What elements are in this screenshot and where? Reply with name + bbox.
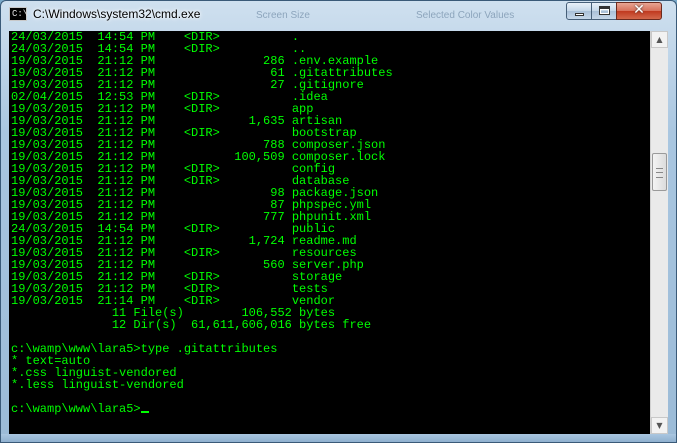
window-frame-bottom (1, 434, 676, 442)
grip-icon (656, 168, 663, 178)
title-bar[interactable]: C:\ C:\Windows\system32\cmd.exe Screen S… (1, 1, 676, 29)
console-line: c:\wamp\www\lara5> (11, 403, 650, 415)
cmd-icon[interactable]: C:\ (9, 7, 29, 21)
console-line: 12 Dir(s) 61,611,606,016 bytes free (11, 318, 372, 332)
text-cursor (140, 411, 149, 413)
cmd-window: C:\ C:\Windows\system32\cmd.exe Screen S… (0, 0, 677, 443)
chevron-up-icon: ▲ (656, 35, 663, 44)
scrollbar-thumb[interactable] (652, 153, 667, 191)
minimize-icon (575, 13, 584, 16)
close-icon: ✕ (633, 2, 645, 18)
background-text: Screen Size (256, 10, 310, 21)
console-line: *.less linguist-vendored (11, 378, 184, 392)
window-title: C:\Windows\system32\cmd.exe (33, 7, 201, 21)
chevron-down-icon: ▼ (656, 421, 663, 430)
console-output[interactable]: 24/03/2015 14:54 PM <DIR> . 24/03/2015 14… (9, 31, 650, 434)
cmd-icon-label: C:\ (12, 9, 29, 19)
vertical-scrollbar[interactable]: ▲ ▼ (650, 31, 668, 434)
scroll-up-button[interactable]: ▲ (651, 31, 668, 48)
minimize-button[interactable] (566, 2, 592, 20)
background-text: Selected Color Values (416, 10, 515, 21)
console-line: c:\wamp\www\lara5>type .gitattributes (11, 342, 278, 356)
maximize-button[interactable] (591, 2, 617, 20)
maximize-icon (599, 6, 610, 15)
scroll-down-button[interactable]: ▼ (651, 417, 668, 434)
console-lines: 24/03/2015 14:54 PM <DIR> . 24/03/2015 14… (9, 31, 650, 415)
close-button[interactable]: ✕ (616, 2, 662, 20)
